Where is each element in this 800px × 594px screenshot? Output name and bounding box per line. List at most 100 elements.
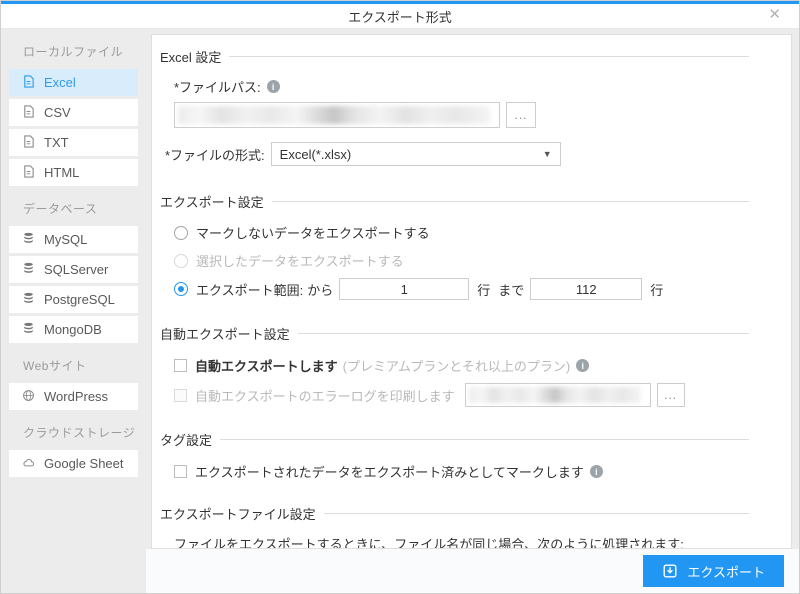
export-button[interactable]: エクスポート	[643, 555, 784, 587]
dialog-footer: エクスポート	[146, 549, 799, 593]
info-icon[interactable]: i	[267, 80, 280, 93]
sidebar-item-csv[interactable]: CSV	[9, 99, 138, 126]
range-from-label: から	[307, 280, 333, 299]
section-tag-settings: タグ設定	[160, 430, 749, 449]
sidebar-item-html[interactable]: HTML	[9, 159, 138, 186]
radio-label: マークしないデータをエクスポートする	[196, 223, 430, 242]
section-title: タグ設定	[160, 430, 212, 449]
close-icon[interactable]: ✕	[768, 7, 781, 22]
section-file-settings: エクスポートファイル設定	[160, 504, 749, 523]
file-format-label: *ファイルの形式:	[165, 145, 265, 164]
sidebar-group-website: Webサイト	[1, 346, 146, 383]
sidebar-item-mongodb[interactable]: MongoDB	[9, 316, 138, 343]
checkbox-error-log[interactable]	[174, 389, 187, 402]
file-path-input[interactable]	[174, 102, 500, 128]
error-log-row: 自動エクスポートのエラーログを印刷します ...	[174, 383, 749, 407]
range-label: エクスポート範囲:	[196, 280, 303, 299]
radio-row-unmarked: マークしないデータをエクスポートする	[174, 223, 749, 242]
sidebar-item-label: Excel	[44, 75, 76, 90]
section-divider	[229, 56, 749, 57]
sidebar-item-label: SQLServer	[44, 262, 108, 277]
sidebar-item-google-sheet[interactable]: Google Sheet	[9, 450, 138, 477]
radio-export-selected[interactable]	[174, 254, 188, 268]
sidebar-item-txt[interactable]: TXT	[9, 129, 138, 156]
html-file-icon	[22, 165, 35, 181]
radio-export-range[interactable]	[174, 282, 188, 296]
range-to-input[interactable]	[530, 278, 642, 300]
database-icon	[22, 322, 35, 338]
section-title: Excel 設定	[160, 47, 221, 66]
radio-export-unmarked[interactable]	[174, 226, 188, 240]
export-dialog: エクスポート形式 ✕ ローカルファイル Excel CSV TXT HTML デ…	[0, 0, 800, 594]
file-path-row: ...	[174, 102, 749, 128]
mark-exported-row: エクスポートされたデータをエクスポート済みとしてマークします i	[174, 462, 749, 481]
range-to-label: まで	[498, 280, 524, 299]
radio-row-range: エクスポート範囲: から 行 まで 行	[174, 278, 749, 300]
rows-label: 行	[477, 280, 490, 299]
export-settings-panel: Excel 設定 *ファイルパス: i ... *ファイルの形式: Excel(…	[151, 34, 792, 549]
file-format-row: *ファイルの形式: Excel(*.xlsx) ▼	[165, 142, 749, 166]
file-path-label-row: *ファイルパス: i	[174, 77, 749, 96]
section-auto-export: 自動エクスポート設定	[160, 324, 749, 343]
txt-file-icon	[22, 135, 35, 151]
sidebar-item-label: WordPress	[44, 389, 108, 404]
auto-export-label: 自動エクスポートします	[195, 356, 338, 375]
sidebar-group-cloud-storage: クラウドストレージ	[1, 413, 146, 450]
export-icon	[662, 563, 678, 579]
rows-label: 行	[650, 280, 663, 299]
sidebar-group-local-files: ローカルファイル	[1, 32, 146, 69]
section-divider	[272, 201, 749, 202]
sidebar-item-label: CSV	[44, 105, 71, 120]
sidebar-item-label: PostgreSQL	[44, 292, 115, 307]
sidebar-item-postgresql[interactable]: PostgreSQL	[9, 286, 138, 313]
sidebar-item-label: MongoDB	[44, 322, 102, 337]
radio-row-selected: 選択したデータをエクスポートする	[174, 251, 749, 270]
database-icon	[22, 262, 35, 278]
file-format-select[interactable]: Excel(*.xlsx) ▼	[271, 142, 561, 166]
section-export-settings: エクスポート設定	[160, 192, 749, 211]
info-icon[interactable]: i	[590, 465, 603, 478]
dialog-titlebar: エクスポート形式 ✕	[1, 1, 799, 29]
sidebar-group-database: データベース	[1, 189, 146, 226]
sidebar-item-mysql[interactable]: MySQL	[9, 226, 138, 253]
section-divider	[324, 513, 749, 514]
file-path-label: *ファイルパス:	[174, 77, 261, 96]
radio-label: 選択したデータをエクスポートする	[196, 251, 404, 270]
section-excel-settings: Excel 設定	[160, 47, 749, 66]
checkbox-auto-export[interactable]	[174, 359, 187, 372]
csv-file-icon	[22, 105, 35, 121]
sidebar-item-label: MySQL	[44, 232, 87, 247]
redacted-file-path	[178, 106, 490, 124]
sidebar-item-label: Google Sheet	[44, 456, 124, 471]
auto-export-row: 自動エクスポートします (プレミアムプランとそれ以上のプラン) i	[174, 356, 749, 375]
browse-button[interactable]: ...	[657, 383, 685, 407]
redacted-log-path	[469, 387, 641, 403]
sidebar-item-label: TXT	[44, 135, 69, 150]
browse-button[interactable]: ...	[506, 102, 536, 128]
database-icon	[22, 232, 35, 248]
section-divider	[298, 333, 749, 334]
dialog-title: エクスポート形式	[348, 7, 452, 26]
section-title: エクスポートファイル設定	[160, 504, 316, 523]
file-format-value: Excel(*.xlsx)	[280, 147, 352, 162]
export-button-label: エクスポート	[687, 562, 765, 581]
range-from-input[interactable]	[339, 278, 469, 300]
error-log-path-input[interactable]	[465, 383, 651, 407]
cloud-icon	[22, 456, 35, 472]
export-format-sidebar: ローカルファイル Excel CSV TXT HTML データベース MySQL	[1, 29, 146, 593]
sidebar-item-wordpress[interactable]: WordPress	[9, 383, 138, 410]
checkbox-mark-exported[interactable]	[174, 465, 187, 478]
file-settings-description: ファイルをエクスポートするときに、ファイル名が同じ場合、次のように処理されます:	[174, 534, 749, 549]
globe-icon	[22, 389, 35, 405]
sidebar-item-excel[interactable]: Excel	[9, 69, 138, 96]
database-icon	[22, 292, 35, 308]
chevron-down-icon: ▼	[543, 149, 552, 159]
excel-file-icon	[22, 75, 35, 91]
section-divider	[220, 439, 749, 440]
info-icon[interactable]: i	[576, 359, 589, 372]
error-log-label: 自動エクスポートのエラーログを印刷します	[195, 386, 455, 405]
section-title: 自動エクスポート設定	[160, 324, 290, 343]
sidebar-item-sqlserver[interactable]: SQLServer	[9, 256, 138, 283]
premium-note: (プレミアムプランとそれ以上のプラン)	[343, 356, 571, 375]
sidebar-item-label: HTML	[44, 165, 79, 180]
